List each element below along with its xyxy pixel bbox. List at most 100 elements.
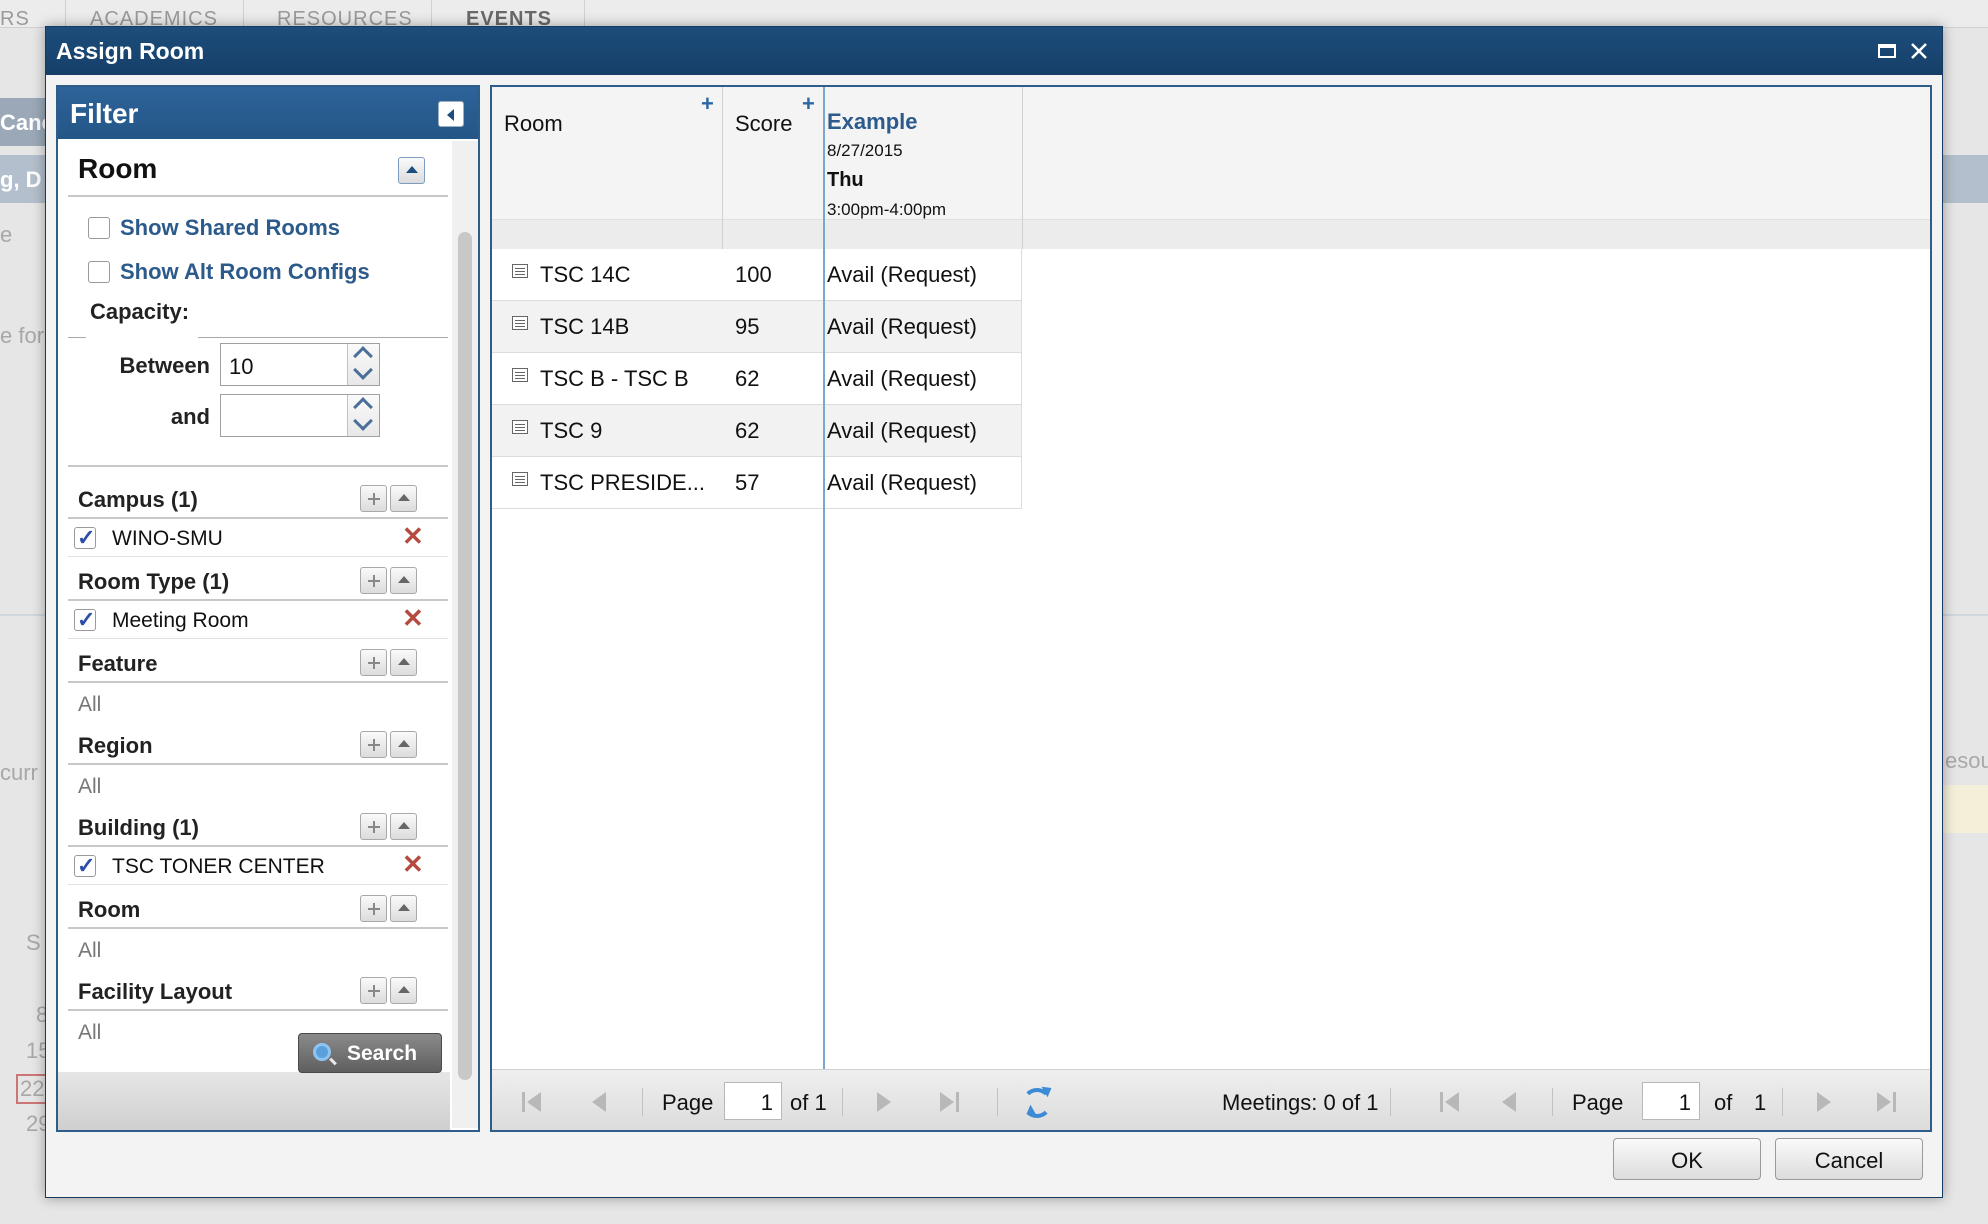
pager-divider bbox=[1782, 1088, 1783, 1116]
chevron-down-icon[interactable] bbox=[353, 360, 373, 380]
show-shared-rooms-label[interactable]: Show Shared Rooms bbox=[120, 215, 340, 241]
previous-page-icon[interactable] bbox=[587, 1092, 607, 1112]
remove-building-icon[interactable]: ✕ bbox=[402, 849, 424, 880]
collapse-facility-layout-button[interactable] bbox=[390, 977, 417, 1004]
room-availability[interactable]: Avail (Request) bbox=[827, 262, 977, 288]
cell-divider bbox=[1021, 249, 1022, 301]
column-header-score[interactable]: Score bbox=[735, 111, 792, 137]
example-event-day: Thu bbox=[827, 169, 864, 191]
cell-divider bbox=[1021, 457, 1022, 509]
meetings-last-page-icon[interactable] bbox=[1877, 1092, 1897, 1112]
cell-divider bbox=[1021, 353, 1022, 405]
grid-header: Room + Score + Example 8/27/2015 Thu 3:0… bbox=[492, 87, 1930, 249]
meetings-first-page-icon[interactable] bbox=[1440, 1092, 1460, 1112]
meetings-previous-page-icon[interactable] bbox=[1497, 1092, 1517, 1112]
room-details-icon[interactable] bbox=[512, 368, 528, 382]
show-shared-rooms-checkbox[interactable] bbox=[88, 217, 110, 239]
column-divider[interactable] bbox=[1022, 87, 1023, 249]
collapse-room-section-button[interactable] bbox=[398, 157, 425, 184]
room-details-icon[interactable] bbox=[512, 420, 528, 434]
feature-group-title: Feature bbox=[78, 651, 158, 676]
refresh-icon[interactable] bbox=[1022, 1088, 1052, 1118]
region-all-label: All bbox=[78, 775, 102, 798]
dialog-title: Assign Room bbox=[56, 38, 205, 64]
add-facility-layout-button[interactable] bbox=[360, 977, 387, 1004]
filter-footer bbox=[58, 1072, 450, 1130]
add-column-score-icon[interactable]: + bbox=[802, 91, 815, 117]
remove-campus-icon[interactable]: ✕ bbox=[402, 521, 424, 552]
room-score: 95 bbox=[735, 314, 760, 339]
page-label: Page bbox=[662, 1090, 714, 1115]
remove-room-type-icon[interactable]: ✕ bbox=[402, 603, 424, 634]
first-page-icon[interactable] bbox=[522, 1092, 542, 1112]
campus-group-title: Campus (1) bbox=[78, 487, 198, 512]
section-divider bbox=[68, 927, 448, 929]
add-room-button[interactable] bbox=[360, 895, 387, 922]
building-item-label: TSC TONER CENTER bbox=[112, 855, 325, 878]
table-row[interactable]: TSC 9 62 Avail (Request) bbox=[492, 405, 1022, 457]
grid-pager: Page 1 of 1 Meetings: 0 of 1 Page 1 of 1 bbox=[492, 1069, 1930, 1130]
building-item-checkbox[interactable] bbox=[74, 853, 96, 879]
room-availability[interactable]: Avail (Request) bbox=[827, 314, 977, 340]
show-alt-room-configs-checkbox[interactable] bbox=[88, 261, 110, 283]
pager-divider bbox=[1552, 1088, 1553, 1116]
room-name: TSC B - TSC B bbox=[540, 366, 689, 391]
filter-scrollbar-thumb[interactable] bbox=[458, 232, 472, 1080]
room-availability[interactable]: Avail (Request) bbox=[827, 470, 977, 496]
cell-divider bbox=[1021, 405, 1022, 457]
capacity-min-arrows[interactable] bbox=[347, 344, 379, 385]
maximize-icon[interactable] bbox=[1875, 39, 1899, 63]
collapse-room-type-button[interactable] bbox=[390, 567, 417, 594]
add-region-button[interactable] bbox=[360, 731, 387, 758]
example-event-title[interactable]: Example bbox=[827, 109, 918, 135]
collapse-region-button[interactable] bbox=[390, 731, 417, 758]
collapse-building-button[interactable] bbox=[390, 813, 417, 840]
close-icon[interactable] bbox=[1907, 39, 1931, 63]
cell-divider bbox=[823, 353, 825, 405]
add-room-type-button[interactable] bbox=[360, 567, 387, 594]
room-type-item: Meeting Room ✕ bbox=[68, 601, 448, 639]
add-campus-button[interactable] bbox=[360, 485, 387, 512]
meetings-count: Meetings: 0 of 1 bbox=[1222, 1090, 1379, 1115]
page-number-input[interactable]: 1 bbox=[724, 1082, 782, 1120]
table-row[interactable]: TSC 14B 95 Avail (Request) bbox=[492, 301, 1022, 353]
bg-fragment: esou bbox=[1945, 748, 1988, 773]
room-details-icon[interactable] bbox=[512, 264, 528, 278]
table-row[interactable]: TSC PRESIDE... 57 Avail (Request) bbox=[492, 457, 1022, 509]
room-availability[interactable]: Avail (Request) bbox=[827, 418, 977, 444]
collapse-campus-button[interactable] bbox=[390, 485, 417, 512]
bg-fragment: curr bbox=[0, 760, 38, 785]
add-column-room-icon[interactable]: + bbox=[701, 91, 714, 117]
table-row[interactable]: TSC B - TSC B 62 Avail (Request) bbox=[492, 353, 1022, 405]
cancel-button[interactable]: Cancel bbox=[1775, 1138, 1923, 1180]
meetings-next-page-icon[interactable] bbox=[1817, 1092, 1837, 1112]
ok-button[interactable]: OK bbox=[1613, 1138, 1761, 1180]
chevron-down-icon[interactable] bbox=[353, 411, 373, 431]
show-alt-room-configs-label[interactable]: Show Alt Room Configs bbox=[120, 259, 370, 285]
collapse-filter-button[interactable] bbox=[438, 101, 464, 127]
example-event-date: 8/27/2015 bbox=[827, 141, 903, 160]
add-feature-button[interactable] bbox=[360, 649, 387, 676]
capacity-max-stepper[interactable] bbox=[220, 394, 380, 437]
room-details-icon[interactable] bbox=[512, 316, 528, 330]
add-building-button[interactable] bbox=[360, 813, 387, 840]
capacity-max-arrows[interactable] bbox=[347, 395, 379, 436]
collapse-feature-button[interactable] bbox=[390, 649, 417, 676]
capacity-min-value[interactable]: 10 bbox=[229, 354, 253, 380]
table-row[interactable]: TSC 14C 100 Avail (Request) bbox=[492, 249, 1022, 301]
room-type-item-checkbox[interactable] bbox=[74, 607, 96, 633]
column-divider[interactable] bbox=[823, 87, 825, 249]
column-divider[interactable] bbox=[722, 87, 723, 249]
campus-item-checkbox[interactable] bbox=[74, 525, 96, 551]
search-button[interactable]: Search bbox=[298, 1033, 442, 1073]
filter-panel: Filter Room Show Shared Rooms Show Alt R… bbox=[56, 85, 480, 1132]
column-header-room[interactable]: Room bbox=[504, 111, 563, 137]
capacity-min-stepper[interactable]: 10 bbox=[220, 343, 380, 386]
room-details-icon[interactable] bbox=[512, 472, 528, 486]
collapse-room-group-button[interactable] bbox=[390, 895, 417, 922]
room-section-title: Room bbox=[78, 153, 158, 184]
next-page-icon[interactable] bbox=[877, 1092, 897, 1112]
room-availability[interactable]: Avail (Request) bbox=[827, 366, 977, 392]
meetings-page-number-input[interactable]: 1 bbox=[1642, 1082, 1700, 1120]
last-page-icon[interactable] bbox=[940, 1092, 960, 1112]
